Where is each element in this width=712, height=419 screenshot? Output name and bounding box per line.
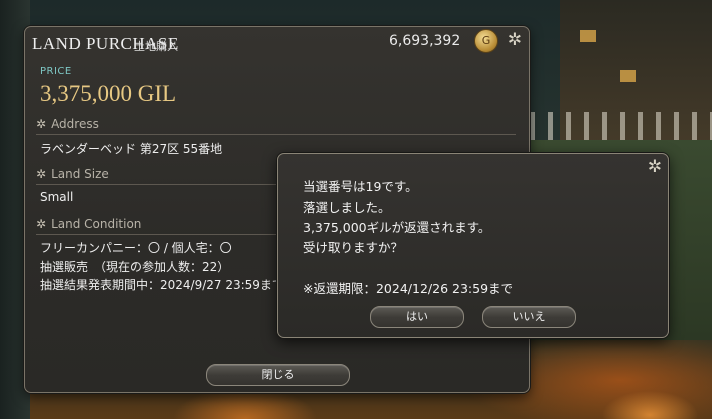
- address-value: ラベンダーベッド 第27区 55番地: [40, 142, 223, 156]
- sparkle-icon: ✲: [36, 117, 47, 131]
- window-subtitle: 土地購入: [134, 40, 178, 53]
- sparkle-icon: ✲: [36, 167, 47, 181]
- gil-total: 6,693,392: [389, 33, 461, 49]
- yes-button[interactable]: はい: [370, 306, 464, 328]
- dialog-line: 当選番号は19です。: [303, 179, 418, 194]
- no-button[interactable]: いいえ: [482, 306, 576, 328]
- close-button[interactable]: 閉じる: [206, 364, 350, 386]
- divider: [36, 134, 516, 135]
- land-size-heading: Land Size: [51, 167, 109, 181]
- section-heading-land-condition: ✲ Land Condition: [36, 217, 141, 231]
- dialog-deadline: ※返還期限：2024/12/26 23:59まで: [303, 281, 514, 296]
- land-condition-heading: Land Condition: [51, 217, 142, 231]
- land-condition-line: 抽選結果発表期間中：2024/9/27 23:59まで: [40, 278, 284, 292]
- address-heading: Address: [51, 117, 99, 131]
- gil-coin-icon: G: [474, 29, 498, 53]
- section-heading-land-size: ✲ Land Size: [36, 167, 109, 181]
- price-value: 3,375,000 GIL: [40, 81, 177, 106]
- dialog-line: 落選しました。: [303, 200, 391, 215]
- sparkle-icon: ✲: [36, 217, 47, 231]
- config-gear-icon[interactable]: ✲: [505, 30, 525, 50]
- house-window: [620, 70, 636, 82]
- price-label: PRICE: [40, 66, 72, 77]
- section-heading-address: ✲ Address: [36, 117, 99, 131]
- house-window: [580, 30, 596, 42]
- land-condition-line: フリーカンパニー：〇 / 個人宅：〇: [40, 241, 232, 255]
- background-fence: [530, 112, 712, 140]
- land-size-value: Small: [40, 190, 74, 204]
- dialog-line: 受け取りますか？: [303, 240, 404, 255]
- land-condition-line: 抽選販売 （現在の参加人数：22）: [40, 260, 230, 274]
- config-gear-icon[interactable]: ✲: [645, 157, 665, 177]
- dialog-line: 3,375,000ギルが返還されます。: [303, 220, 491, 235]
